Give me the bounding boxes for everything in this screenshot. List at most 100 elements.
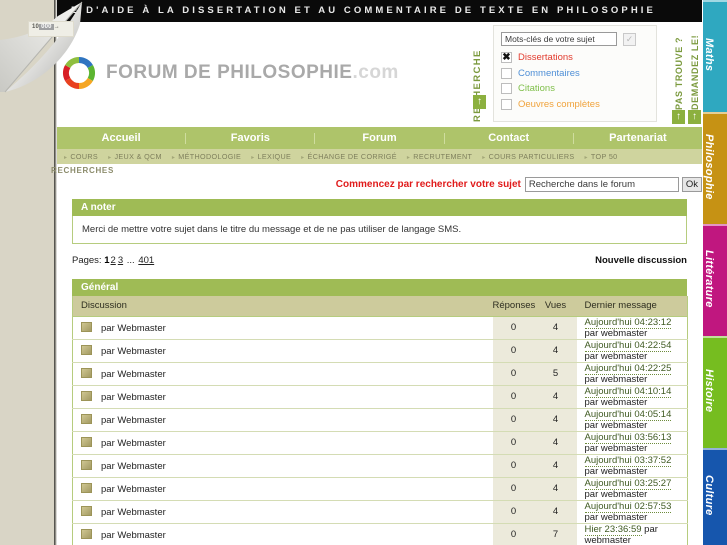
pagination-label: Pages:: [72, 255, 102, 266]
vertical-tab-label: Histoire: [703, 369, 715, 413]
search-panel: RECHERCHE ↑ ✓ ✖ Dissertations Commentaires…: [472, 23, 685, 124]
search-option-2[interactable]: Commentaires: [501, 67, 649, 79]
search-option-label: Oeuvres complètes: [518, 98, 600, 110]
cell-views: 4: [534, 454, 577, 478]
subnav-item-4[interactable]: ÉCHANGE DE CORRIGÉ: [297, 152, 401, 161]
subnav-item-7[interactable]: TOP 50: [581, 152, 622, 161]
table-row[interactable]: par Webmaster 0 4 Aujourd'hui 04:22:54 par …: [72, 339, 688, 363]
search-option-3[interactable]: Citations: [501, 83, 649, 94]
pagination-row: Pages: 12 3 ... 401 Nouvelle discussion: [72, 255, 687, 266]
folder-icon: [81, 459, 92, 470]
last-message-author: par webmaster: [584, 419, 648, 431]
vertical-tab-culture[interactable]: Culture: [703, 448, 727, 545]
nav-item-favoris[interactable]: Favoris: [186, 132, 316, 144]
subnav-item-2[interactable]: MÉTHODOLOGIE: [168, 152, 245, 161]
forum-search-submit-button[interactable]: Ok: [681, 177, 702, 192]
search-option-label: Dissertations: [518, 52, 573, 63]
folder-icon: [81, 321, 92, 332]
cell-discussion[interactable]: par Webmaster: [72, 362, 493, 386]
cta-arrow-icon[interactable]: ↑: [672, 110, 685, 124]
cta-2[interactable]: DEMANDEZ LE! ↑: [688, 23, 701, 124]
checkbox-icon[interactable]: ✖: [501, 52, 512, 63]
cell-replies: 0: [492, 477, 535, 501]
keyword-input[interactable]: [501, 32, 617, 46]
new-discussion-link[interactable]: Nouvelle discussion: [595, 255, 687, 266]
nav-item-contact[interactable]: Contact: [445, 132, 574, 144]
vertical-tab-label: Maths: [703, 38, 715, 72]
search-option-label: Commentaires: [518, 67, 580, 79]
nav-item-partenariat[interactable]: Partenariat: [574, 132, 702, 144]
folder-icon: [81, 528, 92, 539]
folder-icon: [81, 436, 92, 447]
table-row[interactable]: par Webmaster 0 4 Aujourd'hui 04:05:14 par …: [72, 408, 688, 432]
last-message-author: par webmaster: [584, 373, 648, 385]
cell-discussion[interactable]: par Webmaster: [72, 408, 493, 432]
table-row[interactable]: par Webmaster 0 7 Hier 23:36:59 par webmast…: [72, 523, 688, 545]
cell-last-message: Aujourd'hui 03:37:52 par webmaster: [576, 454, 688, 478]
cell-last-message: Aujourd'hui 02:57:53 par webmaster: [576, 500, 688, 524]
pagination-links: Pages: 12 3 ... 401: [72, 255, 155, 266]
pagination-last-page[interactable]: 401: [138, 255, 154, 266]
checkbox-icon[interactable]: [501, 67, 512, 79]
table-row[interactable]: par Webmaster 0 4 Aujourd'hui 03:25:27 par …: [72, 477, 688, 501]
subnav-item-3[interactable]: LEXIQUE: [247, 152, 295, 161]
search-options-list: ✖ Dissertations Commentaires Citations Oeuvr…: [501, 52, 649, 110]
table-row[interactable]: par Webmaster 0 4 Aujourd'hui 04:23:12 par …: [72, 316, 688, 340]
table-row[interactable]: par Webmaster 0 4 Aujourd'hui 03:56:13 par …: [72, 431, 688, 455]
cell-replies: 0: [492, 431, 535, 455]
cell-replies: 0: [492, 339, 535, 363]
cell-discussion[interactable]: par Webmaster: [72, 431, 493, 455]
cell-discussion[interactable]: par Webmaster: [72, 385, 493, 409]
table-row[interactable]: par Webmaster 0 4 Aujourd'hui 02:57:53 par …: [72, 500, 688, 524]
th-replies: Réponses: [492, 296, 535, 317]
discussion-title: par Webmaster: [101, 529, 166, 541]
primary-nav: Accueil Favoris Forum Contact Partenariat: [57, 127, 702, 149]
pagination-page-2[interactable]: 2: [111, 255, 116, 266]
nav-item-forum[interactable]: Forum: [315, 132, 445, 144]
search-arrow-icon: ↑: [477, 96, 482, 107]
subnav-item-5[interactable]: RECRUTEMENT: [403, 152, 476, 161]
vertical-tab-littérature[interactable]: Littérature: [703, 224, 727, 336]
site-logo[interactable]: FORUM DE PHILOSOPHIE.com: [62, 56, 399, 90]
cell-last-message: Aujourd'hui 04:22:25 par webmaster: [576, 362, 688, 386]
cta-arrow-icon[interactable]: ↑: [688, 110, 701, 124]
search-option-4[interactable]: Oeuvres complètes: [501, 98, 649, 110]
subnav-item-0[interactable]: COURS: [60, 152, 102, 161]
cell-discussion[interactable]: par Webmaster: [72, 316, 493, 340]
cell-discussion[interactable]: par Webmaster: [72, 500, 493, 524]
checkbox-icon[interactable]: [501, 98, 512, 110]
nav-item-accueil[interactable]: Accueil: [57, 132, 187, 144]
discussion-title: par Webmaster: [101, 345, 166, 357]
folder-icon: [81, 367, 92, 378]
subnav-item-1[interactable]: JEUX & QCM: [104, 152, 166, 161]
table-row[interactable]: par Webmaster 0 4 Aujourd'hui 03:37:52 par …: [72, 454, 688, 478]
cell-discussion[interactable]: par Webmaster: [72, 454, 493, 478]
notice-box: A noter Merci de mettre votre sujet dans…: [72, 199, 687, 244]
subnav-item-6[interactable]: COURS PARTICULIERS: [478, 152, 578, 161]
vertical-tab-maths[interactable]: Maths: [703, 0, 727, 112]
cell-discussion[interactable]: par Webmaster: [72, 339, 493, 363]
th-discussion: Discussion: [72, 296, 493, 317]
table-row[interactable]: par Webmaster 0 5 Aujourd'hui 04:22:25 par …: [72, 362, 688, 386]
vertical-tab-philosophie[interactable]: Philosophie: [703, 112, 727, 224]
cell-discussion[interactable]: par Webmaster: [72, 523, 493, 545]
cell-views: 4: [534, 385, 577, 409]
folder-icon: [81, 505, 92, 516]
table-row[interactable]: par Webmaster 0 4 Aujourd'hui 04:10:14 par …: [72, 385, 688, 409]
keyword-checkbox[interactable]: ✓: [623, 32, 636, 46]
cta-group: PAS TROUVE ? ↑ DEMANDEZ LE! ↑: [672, 23, 702, 124]
pagination-page-3[interactable]: 3: [118, 255, 123, 266]
search-arrow-button[interactable]: ↑: [473, 95, 486, 109]
discussion-title: par Webmaster: [101, 368, 166, 380]
cell-views: 7: [534, 523, 577, 545]
cta-1[interactable]: PAS TROUVE ? ↑: [672, 23, 685, 124]
vertical-tab-label: Culture: [703, 475, 715, 516]
discussion-title: par Webmaster: [101, 391, 166, 403]
search-option-1[interactable]: ✖ Dissertations: [501, 52, 649, 63]
vertical-tab-histoire[interactable]: Histoire: [703, 336, 727, 448]
page-root: E D'AIDE À LA DISSERTATION ET AU COMMENT…: [0, 0, 727, 545]
checkbox-icon[interactable]: [501, 83, 512, 94]
forum-search-input[interactable]: [524, 177, 679, 192]
table-body: par Webmaster 0 4 Aujourd'hui 04:23:12 par …: [72, 316, 688, 545]
cell-discussion[interactable]: par Webmaster: [72, 477, 493, 501]
